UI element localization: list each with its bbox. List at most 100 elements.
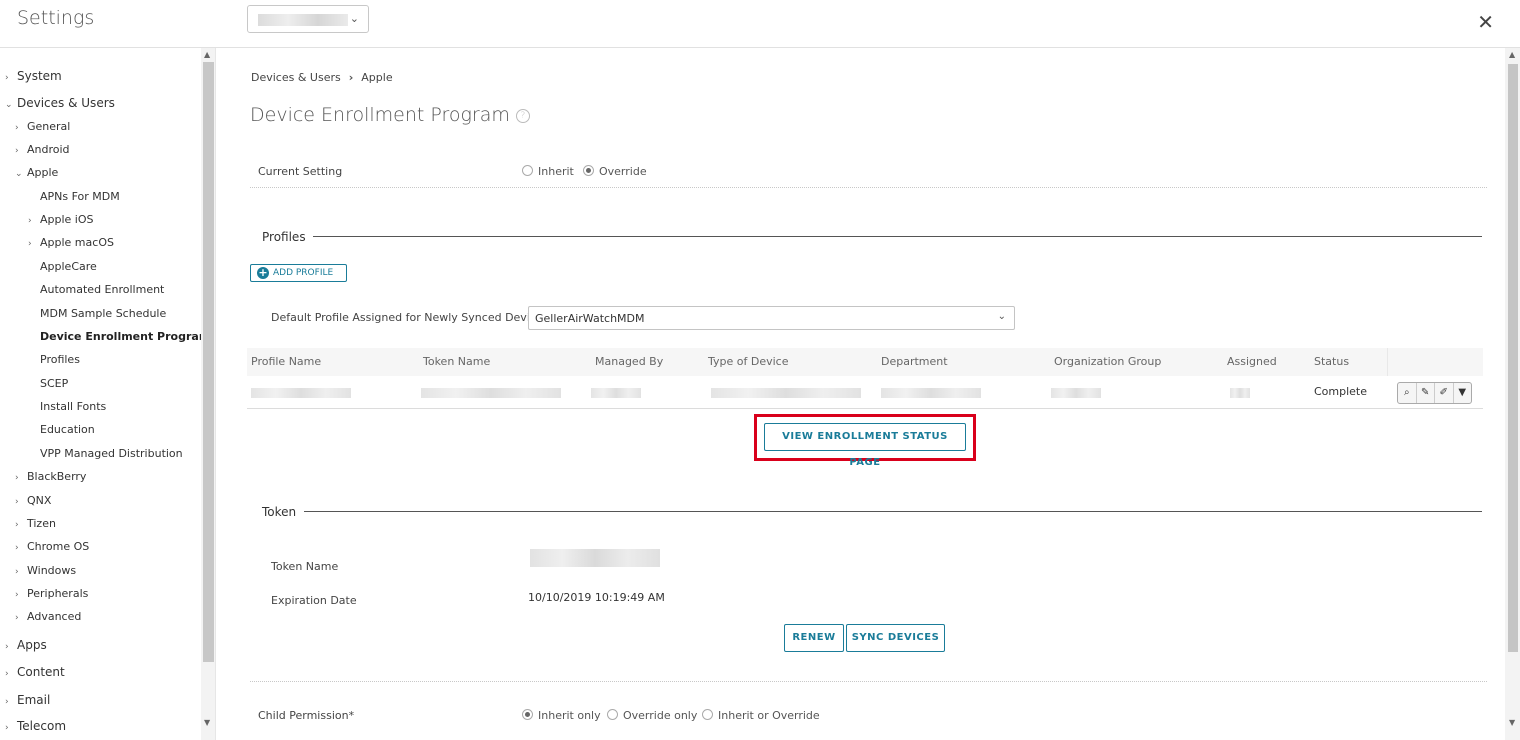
close-button[interactable]: ✕ — [1477, 10, 1494, 34]
help-icon[interactable]: ? — [515, 109, 530, 123]
chevron-right-icon: › — [15, 520, 19, 530]
redacted-cell — [591, 388, 641, 398]
table-header-actions — [1387, 348, 1483, 376]
chevron-right-icon: › — [15, 123, 19, 133]
default-profile-select[interactable]: GellerAirWatchMDM ⌄ — [528, 306, 1015, 330]
profiles-section-title: Profiles — [262, 230, 306, 244]
sidebar-scrollbar[interactable]: ▲ ▼ — [201, 48, 215, 740]
sidebar-item-install-fonts[interactable]: Install Fonts — [40, 400, 106, 413]
sidebar-item-windows[interactable]: › Windows — [15, 564, 76, 577]
column-header[interactable]: Type of Device — [708, 355, 788, 368]
sidebar-item-education[interactable]: Education — [40, 423, 95, 436]
main-content: Devices & Users › Apple Device Enrollment … — [217, 48, 1503, 740]
sidebar-item-profiles[interactable]: Profiles — [40, 353, 80, 366]
sidebar-item-label: Tizen — [27, 517, 56, 530]
sidebar-item-mdm-sample-schedule[interactable]: MDM Sample Schedule — [40, 307, 166, 320]
sidebar-item-email[interactable]: › Email — [5, 693, 50, 707]
radio-label: Inherit or Override — [718, 709, 820, 722]
scroll-down-icon[interactable]: ▼ — [204, 718, 210, 727]
sidebar-item-label: Apple macOS — [40, 236, 114, 249]
sidebar-item-applecare[interactable]: AppleCare — [40, 260, 97, 273]
radio-inherit[interactable]: Inherit — [522, 165, 574, 178]
sidebar-item-blackberry[interactable]: › BlackBerry — [15, 470, 86, 483]
sidebar-item-peripherals[interactable]: › Peripherals — [15, 587, 88, 600]
sync-devices-button[interactable]: SYNC DEVICES — [846, 624, 945, 652]
sidebar-item-advanced[interactable]: › Advanced — [15, 610, 81, 623]
pencil-icon[interactable]: ✐ — [1435, 383, 1454, 403]
sidebar-item-label: Chrome OS — [27, 540, 90, 553]
renew-button[interactable]: RENEW — [784, 624, 844, 652]
divider — [250, 681, 1487, 682]
sidebar-item-vpp-managed-distribution[interactable]: VPP Managed Distribution — [40, 447, 183, 460]
chevron-right-icon: › — [15, 590, 19, 600]
main-scrollbar[interactable]: ▲ ▼ — [1505, 48, 1520, 740]
column-header[interactable]: Organization Group — [1054, 355, 1161, 368]
sidebar-item-scep[interactable]: SCEP — [40, 377, 68, 390]
sidebar-item-general[interactable]: › General — [15, 120, 70, 133]
view-enrollment-status-button[interactable]: VIEW ENROLLMENT STATUS PAGE — [764, 423, 966, 468]
section-divider — [304, 511, 1482, 512]
chevron-right-icon: › — [15, 497, 19, 507]
current-setting-label: Current Setting — [258, 165, 343, 178]
radio-override-only[interactable]: Override only — [607, 709, 697, 722]
token-name-label: Token Name — [271, 560, 339, 573]
sidebar-item-apple[interactable]: ⌄ Apple — [15, 166, 58, 179]
column-header[interactable]: Managed By — [595, 355, 663, 368]
sidebar-item-apps[interactable]: › Apps — [5, 638, 47, 652]
column-header[interactable]: Status — [1314, 355, 1349, 368]
view-icon[interactable]: ⌕ — [1398, 383, 1417, 403]
radio-label: Override — [599, 165, 647, 178]
sidebar: › System ⌄ Devices & Users › General › Andro… — [0, 48, 216, 740]
scroll-up-icon[interactable]: ▲ — [204, 50, 210, 59]
sidebar-item-label: Advanced — [27, 610, 82, 623]
sidebar-item-apple-ios[interactable]: › Apple iOS — [28, 213, 94, 226]
chevron-right-icon: › — [5, 642, 9, 652]
sidebar-item-label: Peripherals — [27, 587, 89, 600]
column-header[interactable]: Assigned — [1227, 355, 1277, 368]
sidebar-item-devices-users[interactable]: ⌄ Devices & Users — [5, 96, 115, 110]
sidebar-item-label: Android — [27, 143, 70, 156]
edit-icon[interactable]: ✎ — [1417, 383, 1435, 403]
sidebar-item-apns-for-mdm[interactable]: APNs For MDM — [40, 190, 120, 203]
radio-inherit-or-override[interactable]: Inherit or Override — [702, 709, 820, 722]
radio-override[interactable]: Override — [583, 165, 647, 178]
column-header[interactable]: Profile Name — [251, 355, 321, 368]
sidebar-item-label: System — [17, 69, 62, 83]
radio-label: Override only — [623, 709, 698, 722]
redacted-cell — [881, 388, 981, 398]
sidebar-item-telecom[interactable]: › Telecom — [5, 719, 66, 733]
column-header[interactable]: Token Name — [423, 355, 490, 368]
sidebar-item-device-enrollment-program[interactable]: Device Enrollment Program — [40, 330, 210, 343]
sidebar-item-tizen[interactable]: › Tizen — [15, 517, 56, 530]
breadcrumb: Devices & Users › Apple — [251, 71, 393, 84]
chevron-right-icon: › — [15, 473, 19, 483]
sidebar-item-label: Content — [17, 665, 65, 679]
sidebar-item-chrome-os[interactable]: › Chrome OS — [15, 540, 89, 553]
scroll-up-icon[interactable]: ▲ — [1509, 50, 1515, 59]
sidebar-item-content[interactable]: › Content — [5, 665, 65, 679]
chevron-down-icon: ⌄ — [15, 169, 23, 179]
sidebar-item-system[interactable]: › System — [5, 69, 62, 83]
chevron-right-icon: › — [15, 567, 19, 577]
column-header[interactable]: Department — [881, 355, 948, 368]
radio-inherit-only[interactable]: Inherit only — [522, 709, 601, 722]
caret-down-icon[interactable]: ▼ — [1454, 383, 1472, 403]
sidebar-item-apple-macos[interactable]: › Apple macOS — [28, 236, 114, 249]
organization-group-select[interactable]: ⌄ — [247, 5, 369, 33]
breadcrumb-separator-icon: › — [348, 71, 354, 84]
sidebar-item-qnx[interactable]: › QNX — [15, 494, 51, 507]
chevron-down-icon: ⌄ — [997, 311, 1006, 322]
radio-circle — [583, 165, 594, 176]
add-profile-button[interactable]: + ADD PROFILE — [250, 264, 347, 282]
breadcrumb-parent[interactable]: Devices & Users — [251, 71, 341, 84]
chevron-right-icon: › — [15, 613, 19, 623]
sidebar-scroll-thumb[interactable] — [203, 62, 214, 662]
page-title-text: Device Enrollment Program — [250, 104, 510, 126]
radio-circle — [522, 165, 533, 176]
main-scroll-thumb[interactable] — [1508, 64, 1518, 652]
table-row[interactable]: Complete ⌕ ✎ ✐ ▼ — [247, 376, 1483, 409]
sidebar-item-android[interactable]: › Android — [15, 143, 70, 156]
scroll-down-icon[interactable]: ▼ — [1509, 718, 1515, 727]
chevron-right-icon: › — [28, 216, 32, 226]
sidebar-item-automated-enrollment[interactable]: Automated Enrollment — [40, 283, 164, 296]
